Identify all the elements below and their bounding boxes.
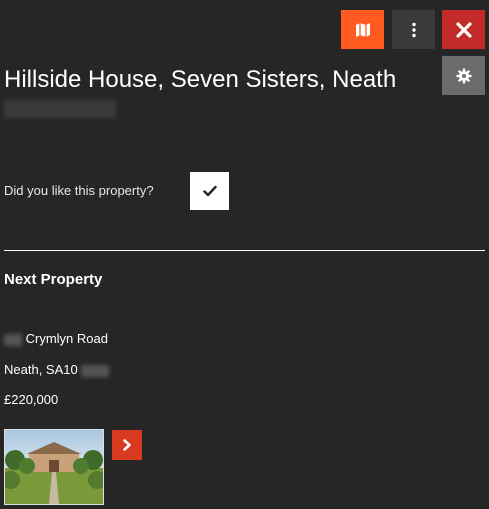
map-icon	[355, 22, 370, 37]
next-town-line: Neath, SA10	[4, 362, 110, 377]
next-street: Crymlyn Road	[25, 331, 108, 346]
next-price: £220,000	[4, 392, 59, 407]
checkmark-icon	[202, 185, 217, 197]
close-button[interactable]	[442, 10, 485, 49]
next-property-thumbnail[interactable]	[4, 429, 104, 505]
next-property-heading: Next Property	[4, 271, 103, 288]
chevron-right-icon	[123, 439, 131, 451]
property-title: Hillside House, Seven Sisters, Neath	[4, 66, 397, 93]
feedback-question: Did you like this property?	[4, 183, 154, 198]
redacted-house-number	[4, 333, 22, 346]
settings-button[interactable]	[442, 56, 485, 95]
map-button[interactable]	[341, 10, 384, 49]
redacted-subtitle	[4, 100, 116, 118]
gear-icon	[456, 68, 471, 83]
more-options-button[interactable]	[392, 10, 435, 49]
section-divider	[4, 250, 485, 251]
next-town-postcode: Neath, SA10	[4, 362, 78, 377]
close-icon	[455, 21, 472, 38]
next-street-line: Crymlyn Road	[4, 331, 108, 346]
redacted-postcode	[81, 364, 110, 377]
like-checkbox[interactable]	[190, 172, 229, 210]
vertical-dots-icon	[411, 22, 416, 37]
next-property-button[interactable]	[112, 430, 142, 460]
property-photo	[5, 430, 103, 504]
